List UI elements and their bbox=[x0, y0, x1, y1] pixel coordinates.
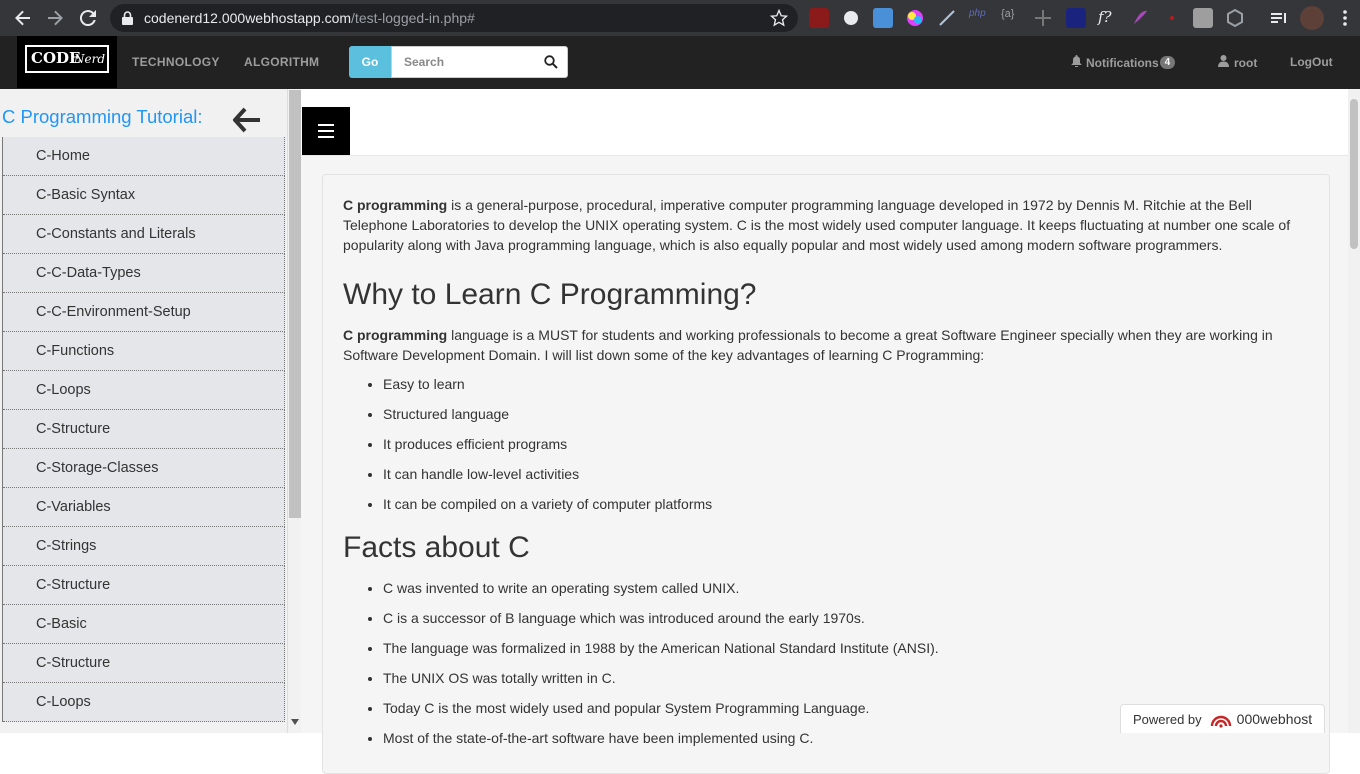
logo-nerd-text: Nerd bbox=[74, 52, 106, 66]
sidebar-item[interactable]: C-Basic Syntax bbox=[3, 176, 285, 215]
reload-icon[interactable] bbox=[76, 6, 100, 30]
feather-extension-icon[interactable] bbox=[1130, 8, 1150, 28]
site-navbar: CODE Nerd TECHNOLOGY ALGORITHM Go Notifi… bbox=[0, 36, 1360, 89]
color-wheel-extension-icon[interactable] bbox=[905, 8, 925, 28]
pdf-extension-icon[interactable] bbox=[809, 8, 829, 28]
sidebar-item[interactable]: C-Storage-Classes bbox=[3, 449, 285, 488]
facts-heading: Facts about C bbox=[343, 531, 530, 564]
user-link[interactable]: root bbox=[1218, 55, 1257, 70]
why-heading: Why to Learn C Programming? bbox=[343, 278, 757, 311]
url-text: codenerd12.000webhostapp.com/test-logged… bbox=[144, 10, 475, 26]
square-extension-icon[interactable] bbox=[1066, 8, 1086, 28]
list-item: It can be compiled on a variety of compu… bbox=[383, 494, 1309, 514]
search-input[interactable] bbox=[392, 47, 537, 77]
notifications-link[interactable]: Notifications 4 bbox=[1071, 55, 1176, 70]
user-icon bbox=[1218, 55, 1229, 70]
sidebar-item[interactable]: C-Functions bbox=[3, 332, 285, 371]
logo-frame: CODE Nerd bbox=[25, 45, 109, 73]
hamburger-icon bbox=[318, 118, 334, 144]
list-item: C is a successor of B language which was… bbox=[383, 608, 1309, 628]
intro-text: is a general-purpose, procedural, impera… bbox=[343, 197, 1291, 253]
sidebar-item[interactable]: C-Loops bbox=[3, 371, 285, 410]
printer-extension-icon[interactable] bbox=[1193, 8, 1213, 28]
site-logo[interactable]: CODE Nerd bbox=[17, 36, 117, 88]
kebab-menu-icon[interactable] bbox=[1335, 8, 1355, 28]
sidebar-item[interactable]: C-Basic bbox=[3, 605, 285, 644]
sidebar-item[interactable]: C-Strings bbox=[3, 527, 285, 566]
intro-paragraph: C programming is a general-purpose, proc… bbox=[343, 195, 1309, 255]
gnu-extension-icon[interactable] bbox=[841, 8, 861, 28]
why-text: language is a MUST for students and work… bbox=[343, 327, 1273, 363]
notifications-label: Notifications bbox=[1086, 55, 1159, 70]
logout-link[interactable]: LogOut bbox=[1290, 55, 1333, 69]
sidebar-menu: C-Home C-Basic Syntax C-Constants and Li… bbox=[2, 137, 285, 722]
browser-toolbar: codenerd12.000webhostapp.com/test-logged… bbox=[0, 0, 1360, 36]
sidebar-item[interactable]: C-Loops bbox=[3, 683, 285, 722]
scroll-down-arrow-icon[interactable] bbox=[291, 712, 299, 730]
list-item: Easy to learn bbox=[383, 374, 1309, 394]
profile-avatar-icon[interactable] bbox=[1300, 6, 1324, 30]
search-go-button[interactable]: Go bbox=[349, 46, 391, 78]
sidebar-item[interactable]: C-C-Data-Types bbox=[3, 254, 285, 293]
address-bar[interactable]: codenerd12.000webhostapp.com/test-logged… bbox=[110, 4, 798, 32]
sidebar-item[interactable]: C-Structure bbox=[3, 644, 285, 683]
nav-algorithm-link[interactable]: ALGORITHM bbox=[244, 55, 319, 69]
sidebar-item[interactable]: C-Home bbox=[3, 137, 285, 176]
function-extension-icon[interactable]: f? bbox=[1098, 8, 1118, 28]
list-item: The language was formalized in 1988 by t… bbox=[383, 638, 1309, 658]
blue-extension-icon[interactable] bbox=[873, 8, 893, 28]
lock-icon bbox=[122, 11, 133, 30]
php-extension-icon[interactable]: php bbox=[969, 8, 989, 28]
nav-technology-link[interactable]: TECHNOLOGY bbox=[132, 55, 220, 69]
hex-extension-icon[interactable] bbox=[1225, 8, 1245, 28]
sidebar-item[interactable]: C-Structure bbox=[3, 410, 285, 449]
search-box bbox=[391, 46, 568, 78]
red-dot-extension-icon[interactable] bbox=[1162, 8, 1182, 28]
powered-by-badge[interactable]: Powered by 000webhost bbox=[1120, 704, 1325, 733]
search-icon[interactable] bbox=[544, 55, 558, 74]
page-scroll-thumb[interactable] bbox=[1350, 99, 1358, 249]
webhost-brand: 000webhost bbox=[1236, 711, 1313, 727]
sidebar-scrollbar[interactable] bbox=[287, 89, 301, 733]
why-paragraph: C programming language is a MUST for stu… bbox=[343, 325, 1309, 365]
user-name: root bbox=[1234, 55, 1258, 70]
arrow-left-icon[interactable] bbox=[232, 107, 261, 138]
page-scrollbar[interactable] bbox=[1348, 89, 1360, 733]
sidebar-item[interactable]: C-Variables bbox=[3, 488, 285, 527]
sidebar-item[interactable]: C-Structure bbox=[3, 566, 285, 605]
list-item: It produces efficient programs bbox=[383, 434, 1309, 454]
media-queue-icon[interactable] bbox=[1269, 8, 1289, 28]
list-item: The UNIX OS was totally written in C. bbox=[383, 668, 1309, 688]
advantages-list: Easy to learn Structured language It pro… bbox=[383, 374, 1309, 514]
list-item: It can handle low-level activities bbox=[383, 464, 1309, 484]
article-panel: C programming is a general-purpose, proc… bbox=[322, 174, 1330, 774]
tutorial-sidebar: C Programming Tutorial: C-Home C-Basic S… bbox=[0, 89, 287, 733]
back-icon[interactable] bbox=[11, 6, 35, 30]
main-area: C programming is a general-purpose, proc… bbox=[301, 89, 1348, 774]
why-bold: C programming bbox=[343, 327, 448, 343]
bookmark-star-icon[interactable] bbox=[769, 8, 789, 32]
list-item: Structured language bbox=[383, 404, 1309, 424]
forward-icon[interactable] bbox=[43, 6, 67, 30]
ruler-extension-icon[interactable] bbox=[1033, 8, 1053, 28]
json-extension-icon[interactable]: {a} bbox=[1001, 8, 1021, 28]
intro-bold: C programming bbox=[343, 197, 448, 213]
powered-by-label: Powered by bbox=[1133, 711, 1202, 727]
list-item: C was invented to write an operating sys… bbox=[383, 578, 1309, 598]
sidebar-title: C Programming Tutorial: bbox=[2, 106, 203, 127]
notifications-badge: 4 bbox=[1159, 56, 1176, 69]
sidebar-item[interactable]: C-C-Environment-Setup bbox=[3, 293, 285, 332]
hamburger-menu-button[interactable] bbox=[302, 107, 350, 155]
pen-extension-icon[interactable] bbox=[937, 8, 957, 28]
sidebar-item[interactable]: C-Constants and Literals bbox=[3, 215, 285, 254]
bell-icon bbox=[1071, 55, 1082, 70]
webhost-logo-icon bbox=[1210, 710, 1232, 728]
sidebar-scroll-thumb[interactable] bbox=[289, 90, 301, 518]
